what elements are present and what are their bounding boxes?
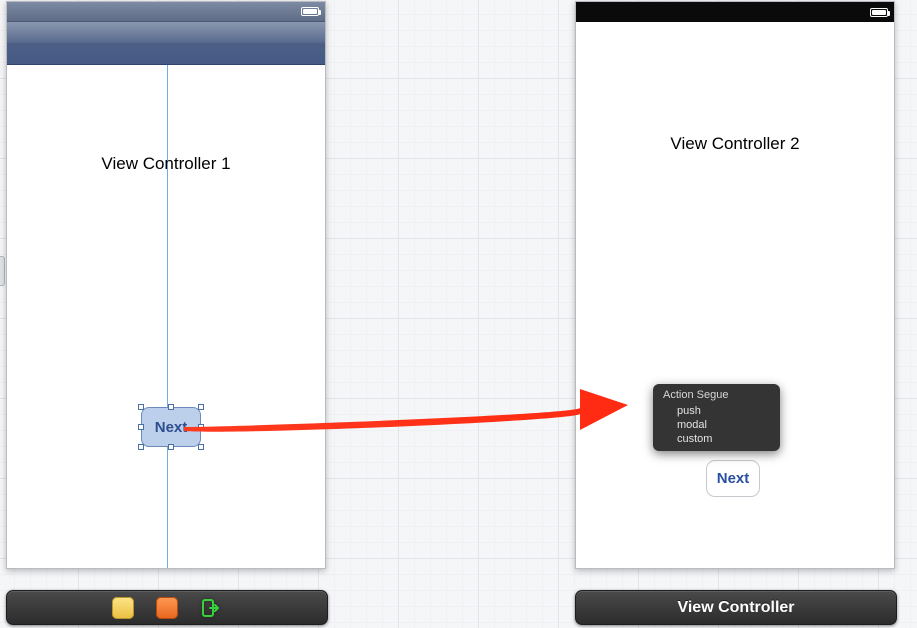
view-controller-icon[interactable] bbox=[156, 597, 178, 619]
scene-view-controller-2[interactable]: View Controller 2 Next bbox=[575, 1, 895, 569]
action-segue-popover: Action Segue push modal custom bbox=[653, 384, 780, 451]
scene-dock-2[interactable]: View Controller bbox=[575, 590, 897, 625]
status-bar bbox=[576, 2, 894, 22]
battery-icon bbox=[301, 7, 319, 16]
canvas-left-gripper[interactable] bbox=[0, 256, 5, 286]
resize-handle[interactable] bbox=[138, 404, 144, 410]
scene-dock-title: View Controller bbox=[677, 599, 794, 617]
view-body[interactable]: View Controller 2 Next bbox=[576, 22, 894, 568]
segue-option-custom[interactable]: custom bbox=[653, 432, 780, 446]
title-label: View Controller 2 bbox=[670, 134, 799, 154]
battery-icon bbox=[870, 8, 888, 17]
next-button[interactable]: Next bbox=[706, 460, 760, 497]
resize-handle[interactable] bbox=[168, 444, 174, 450]
exit-icon[interactable] bbox=[200, 597, 222, 619]
scene-dock-1[interactable] bbox=[6, 590, 328, 625]
next-button[interactable]: Next bbox=[141, 407, 201, 447]
view-body[interactable]: View Controller 1 Next bbox=[7, 65, 325, 568]
resize-handle[interactable] bbox=[198, 424, 204, 430]
resize-handle[interactable] bbox=[138, 424, 144, 430]
resize-handle[interactable] bbox=[138, 444, 144, 450]
first-responder-icon[interactable] bbox=[112, 597, 134, 619]
status-bar bbox=[7, 2, 325, 22]
resize-handle[interactable] bbox=[198, 404, 204, 410]
next-button-selected[interactable]: Next bbox=[141, 407, 201, 447]
vertical-guide bbox=[167, 65, 168, 568]
segue-option-modal[interactable]: modal bbox=[653, 418, 780, 432]
resize-handle[interactable] bbox=[198, 444, 204, 450]
popover-title: Action Segue bbox=[653, 388, 780, 404]
scene-view-controller-1[interactable]: View Controller 1 Next bbox=[6, 1, 326, 569]
title-label: View Controller 1 bbox=[101, 154, 230, 174]
resize-handle[interactable] bbox=[168, 404, 174, 410]
segue-option-push[interactable]: push bbox=[653, 404, 780, 418]
navigation-bar[interactable] bbox=[7, 22, 325, 65]
